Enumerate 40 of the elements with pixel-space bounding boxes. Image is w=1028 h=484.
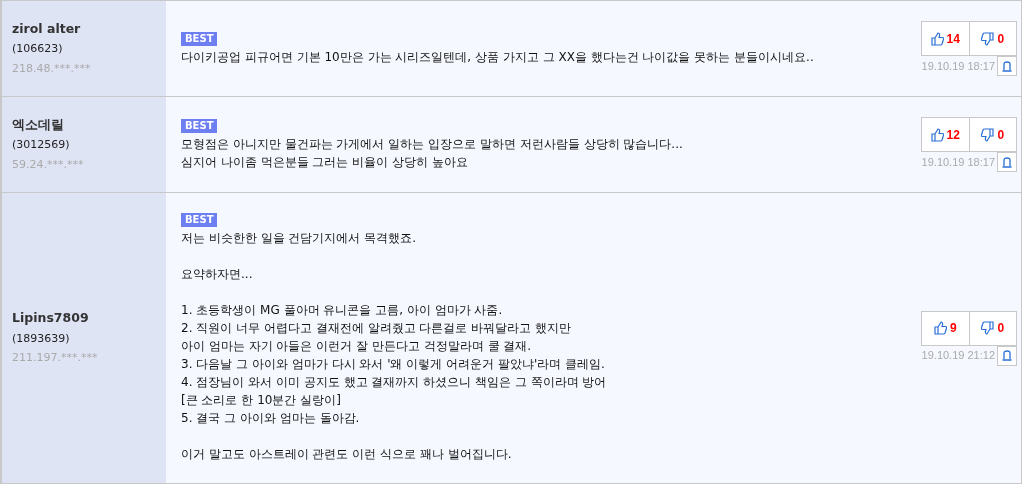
- comment-text: 2. 직원이 너무 어렵다고 결재전에 알려줬고 다른걸로 바꿔달라고 했지만: [181, 320, 572, 337]
- comment-text: 이거 말고도 아스트레이 관련도 이런 식으로 꽤나 벌어집니다.: [181, 446, 513, 463]
- comment-text: 5. 결국 그 아이와 엄마는 돌아감.: [181, 410, 361, 427]
- comment-text: 4. 점장님이 와서 이미 공지도 했고 결재까지 하셨으니 책임은 그 쪽이라며 방어: [181, 374, 608, 391]
- thumbs-up-icon: [933, 321, 947, 335]
- bell-icon: [1002, 350, 1012, 361]
- bell-icon: [1002, 156, 1012, 168]
- comment-text: 모형점은 아니지만 물건파는 가게에서 일하는 입장으로 말하면 저런사람들 상당히 많습니다...: [181, 135, 684, 153]
- username: zirol alter: [12, 19, 82, 38]
- best-badge: BEST: [181, 31, 218, 46]
- ip-address: 59.24.***.***: [12, 156, 85, 173]
- user-id: (3012569): [12, 137, 71, 154]
- ip-address: 218.48.***.***: [12, 60, 92, 77]
- best-badge: BEST: [181, 118, 218, 133]
- best-badge: BEST: [181, 213, 218, 227]
- bell-icon: [1002, 60, 1012, 72]
- comment-date: 19.10.19 18:17: [921, 154, 995, 170]
- comment-date: 19.10.19 18:17: [921, 58, 995, 74]
- thumbs-up-icon: [930, 127, 944, 142]
- comment-text: 1. 초등학생이 MG 풀아머 유니콘을 고름, 아이 엄마가 사줌.: [181, 302, 504, 319]
- report-button[interactable]: [997, 345, 1017, 366]
- comment-date: 19.10.19 21:12: [921, 348, 995, 364]
- thumbs-up-icon: [930, 31, 944, 46]
- thumbs-down-icon: [981, 321, 995, 335]
- username: 엑소데릴: [12, 115, 65, 134]
- comment-text: [큰 소리로 한 10분간 실랑이]: [181, 392, 342, 409]
- comment-text: 아이 엄마는 자기 아들은 이런거 잘 만든다고 걱정말라며 쿨 결재.: [181, 338, 533, 355]
- report-button[interactable]: [997, 56, 1017, 76]
- thumbs-down-icon: [981, 127, 995, 142]
- comment-text: 저는 비슷한한 일을 건담기지에서 목격했죠.: [181, 230, 418, 247]
- thumbs-down-icon: [981, 31, 995, 46]
- report-button[interactable]: [997, 152, 1017, 172]
- username: Lipins7809: [12, 309, 90, 328]
- comment-text: 심지어 나이좀 먹은분들 그러는 비율이 상당히 높아요: [181, 153, 469, 171]
- comment-text: 다이키공업 피규어면 기본 10만은 가는 시리즈일텐데, 상품 가지고 그 XX을 했다는건 나이값을 못하는 분들이시네요..: [181, 48, 815, 66]
- ip-address: 211.197.***.***: [12, 350, 99, 367]
- comment-text: 3. 다음날 그 아이와 엄마가 다시 와서 '왜 이렇게 어려운거 팔았냐'라며 클레임.: [181, 356, 606, 373]
- user-id: (106623): [12, 41, 64, 58]
- comment-text: 요약하자면...: [181, 266, 254, 283]
- user-id: (1893639): [12, 330, 71, 347]
